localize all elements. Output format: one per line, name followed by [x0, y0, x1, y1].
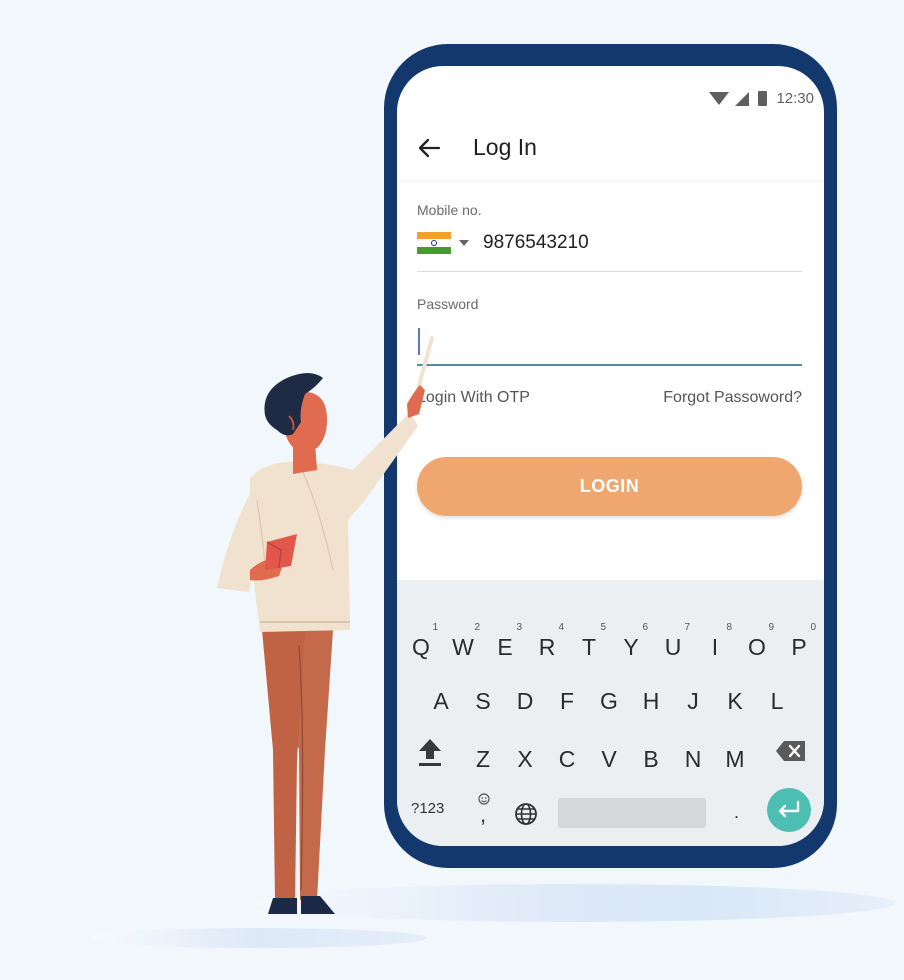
- mobile-label: Mobile no.: [417, 202, 482, 218]
- comma-key-label: ,: [480, 802, 487, 827]
- login-button[interactable]: LOGIN: [417, 457, 802, 516]
- battery-icon: [758, 91, 768, 106]
- status-time: 12:30: [776, 90, 814, 107]
- key-number-hint: 4: [558, 622, 564, 633]
- key-number-hint: 3: [516, 622, 522, 633]
- key-b[interactable]: B: [631, 739, 671, 779]
- person-illustration: [217, 336, 434, 914]
- space-bar[interactable]: [558, 798, 706, 828]
- status-bar: 12:30: [709, 90, 814, 107]
- mobile-divider: [417, 271, 802, 272]
- key-l[interactable]: L: [757, 681, 797, 721]
- key-k[interactable]: K: [715, 681, 755, 721]
- period-key[interactable]: .: [734, 802, 739, 823]
- key-w[interactable]: W2: [443, 623, 483, 667]
- key-t[interactable]: T5: [569, 623, 609, 667]
- password-input[interactable]: [417, 364, 802, 366]
- key-x[interactable]: X: [505, 739, 545, 779]
- key-y[interactable]: Y6: [611, 623, 651, 667]
- mobile-input[interactable]: 9876543210: [483, 232, 589, 254]
- key-e[interactable]: E3: [485, 623, 525, 667]
- key-o[interactable]: O9: [737, 623, 777, 667]
- globe-icon[interactable]: [514, 802, 538, 826]
- key-z[interactable]: Z: [463, 739, 503, 779]
- key-n[interactable]: N: [673, 739, 713, 779]
- app-bar: Log In: [397, 116, 824, 180]
- enter-icon: [778, 800, 800, 818]
- key-s[interactable]: S: [463, 681, 503, 721]
- illustration-stage: 12:30 Log In Mobile no. 9876543210 Passw…: [0, 0, 904, 980]
- wifi-icon: [709, 92, 730, 105]
- key-c[interactable]: C: [547, 739, 587, 779]
- key-u[interactable]: U7: [653, 623, 693, 667]
- key-number-hint: 8: [726, 622, 732, 633]
- key-number-hint: 9: [768, 622, 774, 633]
- key-g[interactable]: G: [589, 681, 629, 721]
- key-number-hint: 2: [474, 622, 480, 633]
- key-number-hint: 6: [642, 622, 648, 633]
- key-p[interactable]: P0: [779, 623, 819, 667]
- key-v[interactable]: V: [589, 739, 629, 779]
- backspace-icon[interactable]: [775, 740, 807, 762]
- key-number-hint: 0: [810, 622, 816, 633]
- key-m[interactable]: M: [715, 739, 755, 779]
- chevron-down-icon[interactable]: [459, 240, 469, 246]
- key-d[interactable]: D: [505, 681, 545, 721]
- key-number-hint: 7: [684, 622, 690, 633]
- key-j[interactable]: J: [673, 681, 713, 721]
- signal-icon: [735, 91, 750, 106]
- key-f[interactable]: F: [547, 681, 587, 721]
- forgot-password-link[interactable]: Forgot Passoword?: [663, 389, 802, 407]
- key-i[interactable]: I8: [695, 623, 735, 667]
- key-r[interactable]: R4: [527, 623, 567, 667]
- india-flag-icon[interactable]: [417, 232, 451, 254]
- mobile-field[interactable]: 9876543210: [417, 230, 589, 256]
- arrow-left-icon[interactable]: [417, 128, 443, 168]
- key-h[interactable]: H: [631, 681, 671, 721]
- enter-button[interactable]: [767, 788, 811, 832]
- password-label: Password: [417, 296, 479, 312]
- phone-screen: 12:30 Log In Mobile no. 9876543210 Passw…: [397, 66, 824, 846]
- floor-shadow-small: [92, 928, 427, 948]
- key-number-hint: 5: [600, 622, 606, 633]
- page-title: Log In: [473, 134, 537, 160]
- onscreen-keyboard: Q1W2E3R4T5Y6U7I8O9P0 ASDFGHJKL ZXCVBNM ?…: [397, 580, 824, 846]
- emoji-comma-key[interactable]: ,: [475, 792, 493, 827]
